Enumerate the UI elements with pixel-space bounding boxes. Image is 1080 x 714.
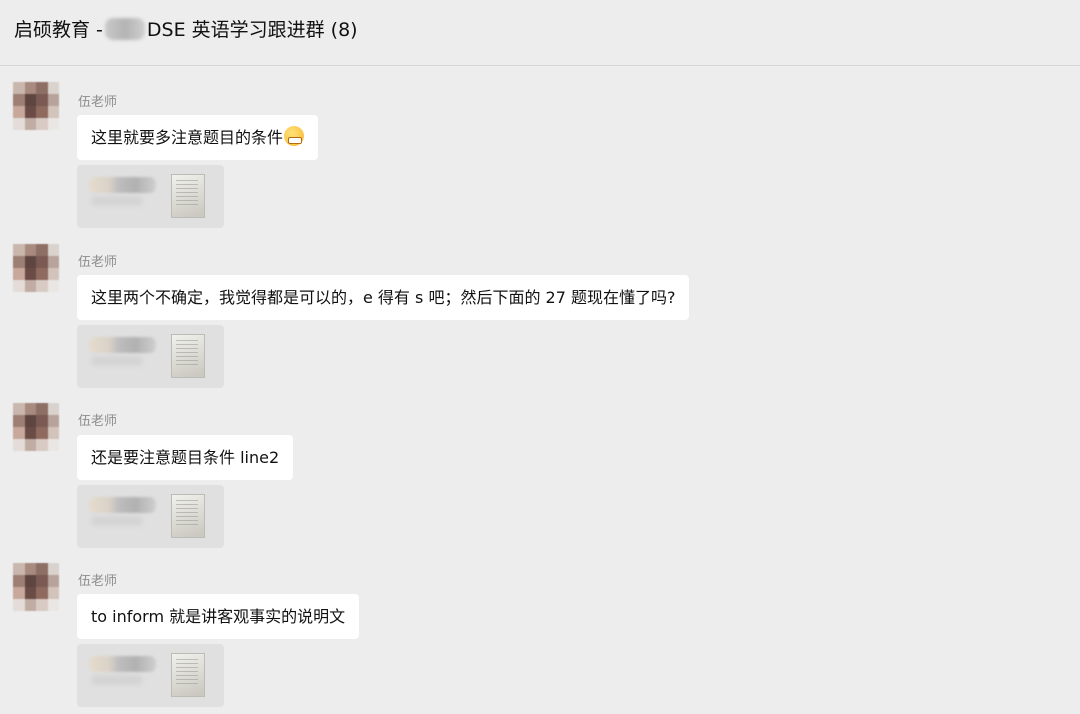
message-text: to inform 就是讲客观事实的说明文 bbox=[91, 607, 346, 626]
avatar[interactable] bbox=[13, 403, 59, 451]
redacted-text bbox=[91, 356, 143, 366]
sender-name: 伍老师 bbox=[78, 574, 118, 589]
image-card[interactable] bbox=[77, 485, 224, 548]
message-text: 还是要注意题目条件 line2 bbox=[91, 448, 280, 467]
image-card[interactable] bbox=[77, 165, 224, 228]
avatar[interactable] bbox=[13, 82, 59, 130]
chat-title[interactable]: 启硕教育 - DSE 英语学习跟进群 (8) bbox=[14, 15, 358, 42]
message-text: 这里就要多注意题目的条件 bbox=[91, 128, 284, 147]
redacted-text bbox=[91, 196, 143, 206]
chat-title-prefix: 启硕教育 - bbox=[14, 19, 103, 41]
document-thumbnail bbox=[171, 653, 205, 697]
redacted-name bbox=[104, 17, 145, 40]
chat-title-suffix: DSE 英语学习跟进群 (8) bbox=[146, 19, 358, 41]
grimacing-face-icon bbox=[284, 126, 305, 146]
message-bubble[interactable]: 这里两个不确定，我觉得都是可以的，e 得有 s 吧；然后下面的 27 题现在懂了… bbox=[77, 275, 690, 320]
redacted-text bbox=[91, 675, 143, 685]
sender-name: 伍老师 bbox=[78, 414, 118, 429]
sender-name: 伍老师 bbox=[78, 95, 118, 110]
avatar[interactable] bbox=[13, 244, 59, 292]
image-card[interactable] bbox=[77, 644, 224, 707]
document-thumbnail bbox=[171, 174, 205, 218]
sender-name: 伍老师 bbox=[78, 255, 118, 270]
message-bubble[interactable]: to inform 就是讲客观事实的说明文 bbox=[77, 594, 360, 639]
redacted-text bbox=[89, 337, 156, 353]
chat-header: 启硕教育 - DSE 英语学习跟进群 (8) bbox=[0, 0, 1080, 66]
redacted-text bbox=[91, 516, 143, 526]
message-bubble[interactable]: 这里就要多注意题目的条件 bbox=[77, 115, 319, 160]
message-text: 这里两个不确定，我觉得都是可以的，e 得有 s 吧；然后下面的 27 题现在懂了… bbox=[91, 288, 676, 307]
redacted-text bbox=[89, 656, 156, 672]
document-thumbnail bbox=[171, 334, 205, 378]
message-bubble[interactable]: 还是要注意题目条件 line2 bbox=[77, 435, 294, 480]
redacted-text bbox=[89, 497, 156, 513]
redacted-text bbox=[89, 177, 156, 193]
document-thumbnail bbox=[171, 494, 205, 538]
image-card[interactable] bbox=[77, 325, 224, 388]
avatar[interactable] bbox=[13, 563, 59, 611]
